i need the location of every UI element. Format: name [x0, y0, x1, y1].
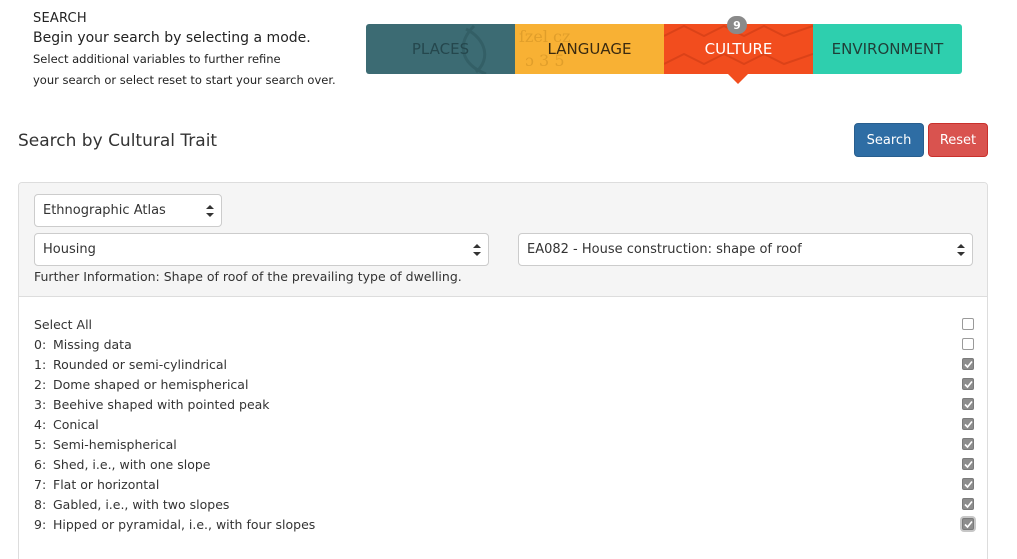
option-checkbox[interactable]	[962, 378, 974, 390]
option-checkbox[interactable]	[962, 358, 974, 370]
option-checkbox[interactable]	[962, 418, 974, 430]
option-code: 6:	[34, 456, 47, 472]
checkmark-icon	[963, 400, 973, 408]
list-item: 2: Dome shaped or hemispherical	[34, 374, 974, 394]
mode-label-language: LANGUAGE	[547, 40, 632, 58]
option-text: 8: Gabled, i.e., with two slopes	[34, 497, 229, 512]
option-label: Gabled, i.e., with two slopes	[53, 496, 230, 512]
intro-line-2: your search or select reset to start you…	[33, 73, 336, 87]
source-select[interactable]: Ethnographic Atlas	[34, 194, 222, 227]
mode-tab-environment[interactable]: ENVIRONMENT	[813, 24, 962, 74]
option-label: Beehive shaped with pointed peak	[53, 396, 270, 412]
reset-button[interactable]: Reset	[928, 123, 988, 157]
culture-count-badge: 9	[727, 16, 747, 34]
list-item: 1: Rounded or semi-cylindrical	[34, 354, 974, 374]
variable-select[interactable]: EA082 - House construction: shape of roo…	[518, 233, 973, 266]
option-code: 9:	[34, 516, 47, 532]
category-select[interactable]: Housing	[34, 233, 489, 266]
checkmark-icon	[963, 440, 973, 448]
list-item: 6: Shed, i.e., with one slope	[34, 454, 974, 474]
checkmark-icon	[963, 500, 973, 508]
trait-panel-header: Ethnographic Atlas Housing EA082 - House…	[19, 183, 987, 297]
option-label: Dome shaped or hemispherical	[53, 376, 249, 392]
option-text: 7: Flat or horizontal	[34, 477, 159, 492]
option-checkbox[interactable]	[962, 478, 974, 490]
option-text: 2: Dome shaped or hemispherical	[34, 377, 248, 392]
list-item: 9: Hipped or pyramidal, i.e., with four s…	[34, 514, 974, 534]
option-label: Flat or horizontal	[53, 476, 160, 492]
list-item: 8: Gabled, i.e., with two slopes	[34, 494, 974, 514]
option-code: 2:	[34, 376, 47, 392]
intro-lead: Begin your search by selecting a mode.	[33, 30, 311, 46]
option-text: 3: Beehive shaped with pointed peak	[34, 397, 270, 412]
option-label: Shed, i.e., with one slope	[53, 456, 211, 472]
option-label: Rounded or semi-cylindrical	[53, 356, 227, 372]
checkmark-icon	[963, 360, 973, 368]
option-checkbox[interactable]	[962, 338, 974, 350]
checkmark-icon	[963, 480, 973, 488]
select-all-checkbox[interactable]	[962, 318, 974, 330]
option-text: 5: Semi-hemispherical	[34, 437, 177, 452]
option-code: 4:	[34, 416, 47, 432]
mode-label-culture: CULTURE	[704, 40, 773, 58]
checkmark-icon	[963, 520, 973, 528]
mode-selector: PLACES ſzel cz ɔ 3 5 LANGUAGE CULTURE EN…	[366, 16, 962, 84]
intro-line-1: Select additional variables to further r…	[33, 52, 281, 66]
mode-label-places: PLACES	[411, 40, 470, 58]
option-code: 0:	[34, 336, 47, 352]
option-text: 4: Conical	[34, 417, 99, 432]
option-code: 1:	[34, 356, 47, 372]
option-code: 3:	[34, 396, 47, 412]
page-title: Search by Cultural Trait	[18, 131, 218, 151]
option-label: Missing data	[53, 336, 132, 352]
option-label: Semi-hemispherical	[53, 436, 177, 452]
search-intro: SEARCH Begin your search by selecting a …	[33, 10, 363, 91]
select-all-label: Select All	[34, 316, 93, 332]
checkmark-icon	[963, 460, 973, 468]
mode-tab-places[interactable]: PLACES	[366, 24, 515, 74]
option-checkbox[interactable]	[962, 398, 974, 410]
option-label: Hipped or pyramidal, i.e., with four slo…	[53, 516, 316, 532]
checkmark-icon	[963, 380, 973, 388]
further-information: Further Information: Shape of roof of th…	[34, 269, 462, 284]
option-code: 7:	[34, 476, 47, 492]
option-code: 8:	[34, 496, 47, 512]
intro-heading: SEARCH	[33, 11, 87, 26]
category-select-value: Housing	[43, 242, 96, 257]
option-code: 5:	[34, 436, 47, 452]
list-item: 0: Missing data	[34, 334, 974, 354]
mode-label-environment: ENVIRONMENT	[831, 40, 944, 58]
mode-tab-language[interactable]: ſzel cz ɔ 3 5 LANGUAGE	[515, 24, 664, 74]
trait-panel: Ethnographic Atlas Housing EA082 - House…	[18, 182, 988, 559]
option-checkbox[interactable]	[962, 498, 974, 510]
option-checkbox[interactable]	[962, 438, 974, 450]
search-button[interactable]: Search	[854, 123, 924, 157]
source-select-value: Ethnographic Atlas	[43, 203, 166, 218]
trait-options-list: Select All 0: Missing data 1: Rounded or se…	[34, 314, 974, 534]
option-checkbox[interactable]	[962, 518, 974, 530]
option-text: 0: Missing data	[34, 337, 132, 352]
list-item: 7: Flat or horizontal	[34, 474, 974, 494]
option-label: Conical	[53, 416, 99, 432]
option-text: 1: Rounded or semi-cylindrical	[34, 357, 227, 372]
list-item: 3: Beehive shaped with pointed peak	[34, 394, 974, 414]
option-text: 9: Hipped or pyramidal, i.e., with four s…	[34, 517, 315, 532]
list-item: 5: Semi-hemispherical	[34, 434, 974, 454]
option-checkbox[interactable]	[962, 458, 974, 470]
list-item: 4: Conical	[34, 414, 974, 434]
select-arrows-icon	[957, 244, 965, 256]
select-arrows-icon	[206, 205, 214, 217]
select-arrows-icon	[473, 244, 481, 256]
variable-select-value: EA082 - House construction: shape of roo…	[527, 242, 802, 257]
option-text: 6: Shed, i.e., with one slope	[34, 457, 210, 472]
select-all-row: Select All	[34, 314, 974, 334]
checkmark-icon	[963, 420, 973, 428]
